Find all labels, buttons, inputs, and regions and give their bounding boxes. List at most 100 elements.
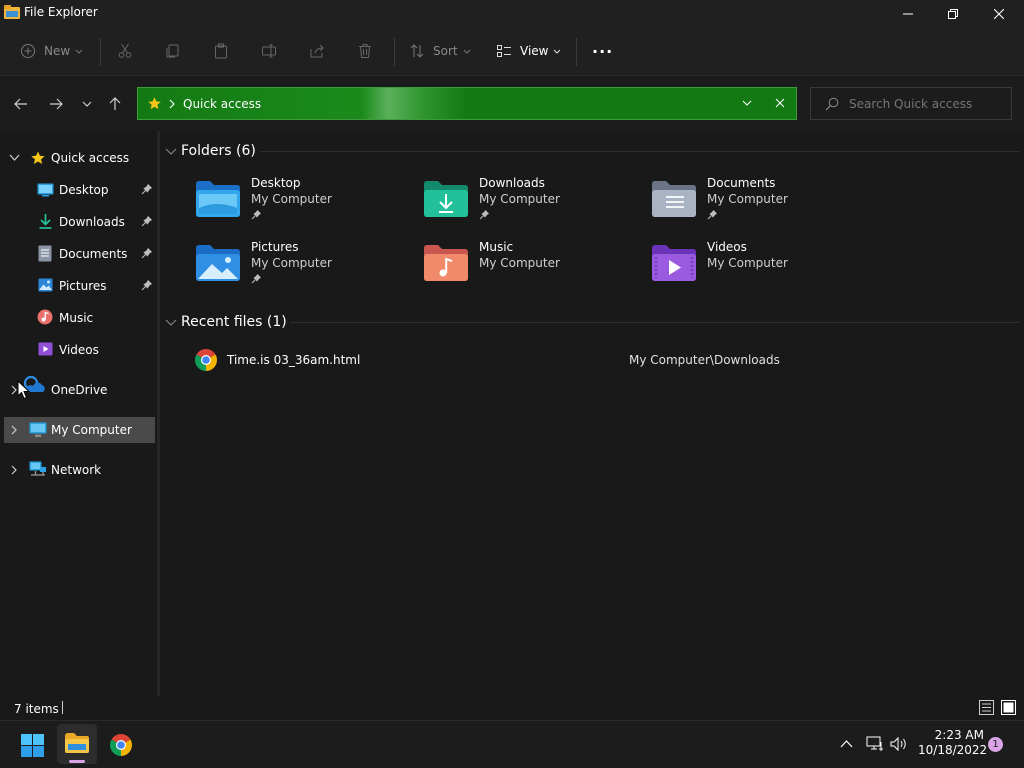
- network-icon: [29, 461, 46, 476]
- address-bar[interactable]: Quick access: [137, 87, 797, 120]
- restore-button[interactable]: [930, 0, 976, 28]
- folder-tile-documents[interactable]: Documents My Computer: [651, 176, 871, 232]
- show-hidden-icons-chevron-icon[interactable]: [840, 739, 853, 748]
- folder-name: Documents: [707, 176, 776, 190]
- delete-button[interactable]: [357, 40, 373, 62]
- details-view-icon[interactable]: [979, 700, 994, 715]
- folder-tile-pictures[interactable]: Pictures My Computer: [195, 240, 415, 296]
- sidebar-item-downloads[interactable]: Downloads: [0, 209, 156, 235]
- taskbar-chrome[interactable]: [109, 733, 133, 757]
- file-explorer-icon: [4, 5, 20, 19]
- paste-icon: [215, 43, 227, 59]
- view-label: View: [520, 44, 549, 58]
- add-circle-icon: [21, 44, 35, 58]
- more-options-button[interactable]: ···: [592, 40, 613, 62]
- chevron-down-icon: [554, 49, 561, 54]
- clock[interactable]: 2:23 AM 10/18/2022: [918, 728, 987, 757]
- folder-location: My Computer: [479, 192, 560, 206]
- view-icon: [497, 45, 511, 57]
- sidebar-item-documents[interactable]: Documents: [0, 241, 156, 267]
- minimize-button[interactable]: [885, 0, 931, 28]
- view-button[interactable]: View: [496, 40, 562, 62]
- back-button[interactable]: [9, 92, 33, 116]
- sidebar-item-label: Music: [59, 311, 94, 325]
- sidebar-item-videos[interactable]: Videos: [0, 337, 156, 363]
- sidebar-item-label: Documents: [59, 247, 128, 261]
- share-button[interactable]: [309, 40, 325, 62]
- folder-name: Music: [479, 240, 514, 254]
- large-icons-view-icon[interactable]: [1001, 700, 1016, 715]
- recent-file-row[interactable]: Time.is 03_36am.html My Computer\Downloa…: [190, 346, 1020, 374]
- close-button[interactable]: [976, 0, 1022, 28]
- search-icon: [825, 97, 839, 111]
- sidebar-item-pictures[interactable]: Pictures: [0, 273, 156, 299]
- chrome-icon: [195, 349, 217, 371]
- pictures-folder-icon: [196, 245, 240, 281]
- chevron-down-icon: [165, 319, 177, 326]
- pin-icon[interactable]: [141, 183, 153, 195]
- arrow-right-icon: [50, 98, 63, 110]
- pictures-icon: [38, 278, 53, 292]
- sidebar-item-music[interactable]: Music: [0, 305, 156, 331]
- toolbar-divider: [394, 38, 395, 66]
- new-button[interactable]: New: [20, 40, 84, 62]
- paste-button[interactable]: [213, 40, 229, 62]
- close-icon: [994, 9, 1004, 19]
- up-button[interactable]: [103, 92, 127, 116]
- status-bar: 7 items: [0, 696, 1024, 720]
- cut-icon: [118, 43, 132, 58]
- pin-icon[interactable]: [141, 247, 153, 259]
- recent-section-header[interactable]: Recent files (1): [165, 314, 1020, 334]
- pin-icon[interactable]: [141, 279, 153, 291]
- notification-badge[interactable]: 1: [988, 737, 1003, 752]
- folder-tile-videos[interactable]: Videos My Computer: [651, 240, 871, 296]
- folder-name: Downloads: [479, 176, 545, 190]
- documents-folder-icon: [652, 181, 696, 217]
- sidebar-item-desktop[interactable]: Desktop: [0, 177, 156, 203]
- folder-location: My Computer: [707, 192, 788, 206]
- address-history-chevron-icon[interactable]: [741, 99, 753, 109]
- forward-button[interactable]: [44, 92, 68, 116]
- volume-icon[interactable]: [890, 736, 908, 752]
- folders-section-header[interactable]: Folders (6): [165, 143, 1020, 163]
- sidebar-item-network[interactable]: Network: [0, 457, 156, 483]
- item-count: 7 items: [14, 702, 59, 716]
- rename-button[interactable]: [261, 40, 277, 62]
- window-title: File Explorer: [24, 5, 98, 19]
- breadcrumb-quick-access[interactable]: Quick access: [183, 97, 261, 111]
- recent-locations-button[interactable]: [75, 92, 99, 116]
- pin-icon[interactable]: [141, 215, 153, 227]
- downloads-icon: [39, 214, 52, 229]
- folder-location: My Computer: [479, 256, 560, 270]
- active-indicator: [69, 760, 85, 763]
- computer-icon: [29, 422, 47, 437]
- arrow-up-icon: [109, 97, 121, 110]
- clear-icon[interactable]: [775, 98, 785, 108]
- new-label: New: [44, 44, 71, 58]
- cut-button[interactable]: [117, 40, 133, 62]
- music-folder-icon: [424, 245, 468, 281]
- sidebar-item-my-computer[interactable]: My Computer: [4, 417, 155, 443]
- copy-button[interactable]: [165, 40, 181, 62]
- pane-splitter[interactable]: [157, 131, 160, 696]
- delete-icon: [359, 44, 371, 58]
- taskbar-file-explorer[interactable]: [57, 724, 97, 764]
- search-box[interactable]: [810, 87, 1012, 120]
- folder-tile-desktop[interactable]: Desktop My Computer: [195, 176, 415, 232]
- sidebar-item-label: My Computer: [51, 423, 132, 437]
- start-button[interactable]: [21, 734, 44, 757]
- sort-button[interactable]: Sort: [409, 40, 472, 62]
- sidebar-item-quick-access[interactable]: Quick access: [0, 145, 156, 171]
- network-status-icon[interactable]: [866, 736, 884, 752]
- section-divider: [290, 322, 1020, 323]
- folder-tile-downloads[interactable]: Downloads My Computer: [423, 176, 643, 232]
- title-bar: File Explorer: [0, 0, 1024, 28]
- folder-tile-music[interactable]: Music My Computer: [423, 240, 643, 296]
- sidebar-item-label: Desktop: [59, 183, 109, 197]
- search-input[interactable]: [849, 94, 999, 114]
- recent-file-path: My Computer\Downloads: [629, 353, 780, 367]
- file-explorer-icon: [65, 733, 89, 753]
- chevron-down-icon: [9, 154, 20, 161]
- pin-icon: [479, 210, 489, 220]
- folder-location: My Computer: [707, 256, 788, 270]
